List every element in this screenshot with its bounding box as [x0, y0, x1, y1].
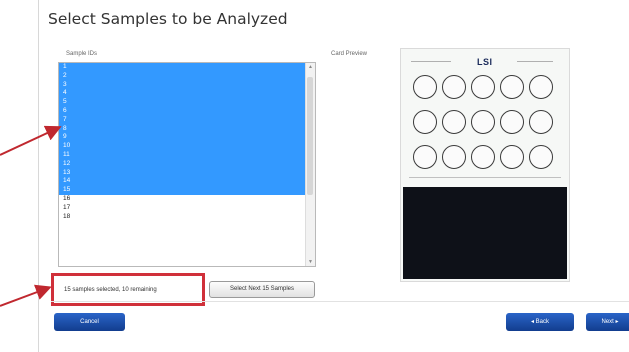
annotation-arrows — [0, 125, 62, 307]
arrow-to-list — [0, 125, 62, 156]
arrow-to-status — [0, 284, 52, 307]
